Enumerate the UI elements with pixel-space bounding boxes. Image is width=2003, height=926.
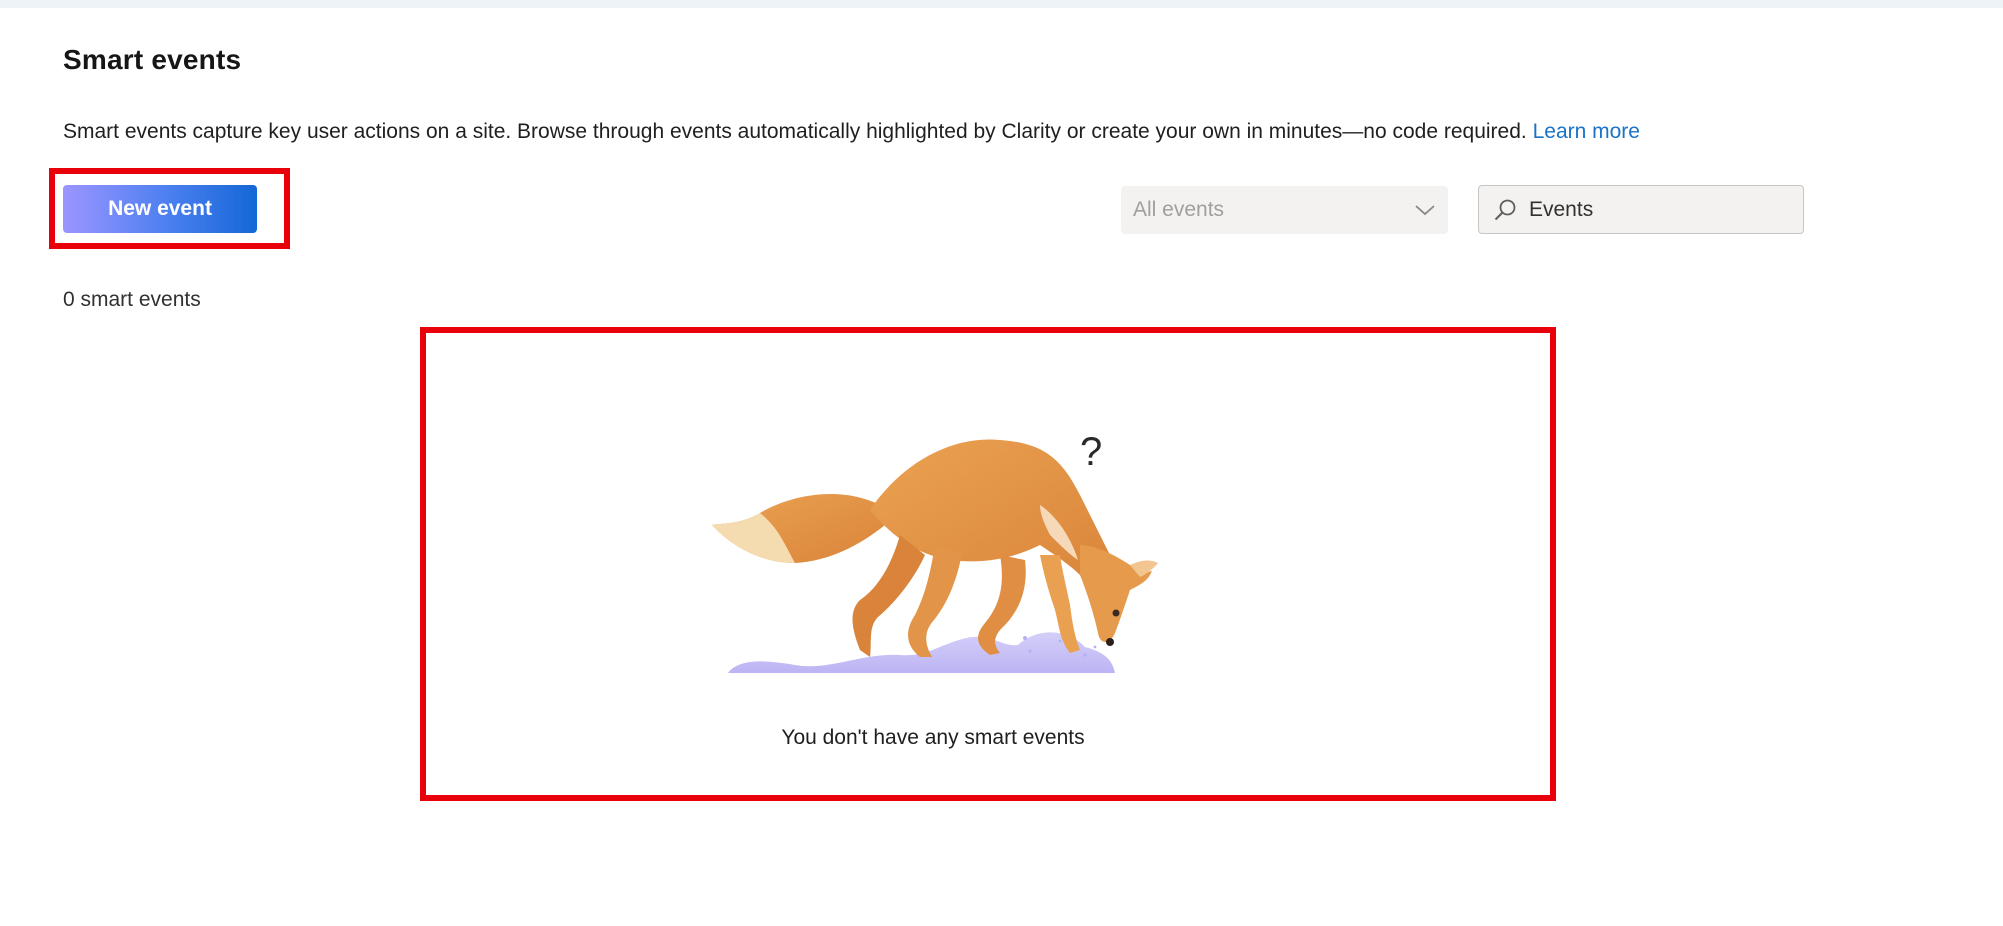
event-count-label: 0 smart events <box>63 288 201 311</box>
fox-eye <box>1112 609 1120 617</box>
fox-illustration: ? <box>712 430 1158 673</box>
fox-nose <box>1106 638 1114 646</box>
page-description: Smart events capture key user actions on… <box>63 120 1640 144</box>
event-search-box[interactable] <box>1478 185 1804 234</box>
event-filter-value: All events <box>1133 198 1225 221</box>
top-strip <box>0 0 2003 8</box>
event-filter-dropdown[interactable]: All events <box>1121 186 1448 234</box>
search-icon <box>1494 199 1516 220</box>
new-event-button[interactable]: New event <box>63 185 257 233</box>
page-title: Smart events <box>63 44 242 75</box>
fox-front-leg <box>978 555 1026 655</box>
chevron-down-icon <box>1415 205 1435 216</box>
fox-head <box>1080 545 1152 642</box>
empty-state-message: You don't have any smart events <box>781 726 1085 749</box>
event-search-input[interactable] <box>1529 197 1769 222</box>
question-mark: ? <box>1080 430 1102 474</box>
learn-more-link[interactable]: Learn more <box>1533 120 1640 143</box>
description-text: Smart events capture key user actions on… <box>63 120 1527 143</box>
